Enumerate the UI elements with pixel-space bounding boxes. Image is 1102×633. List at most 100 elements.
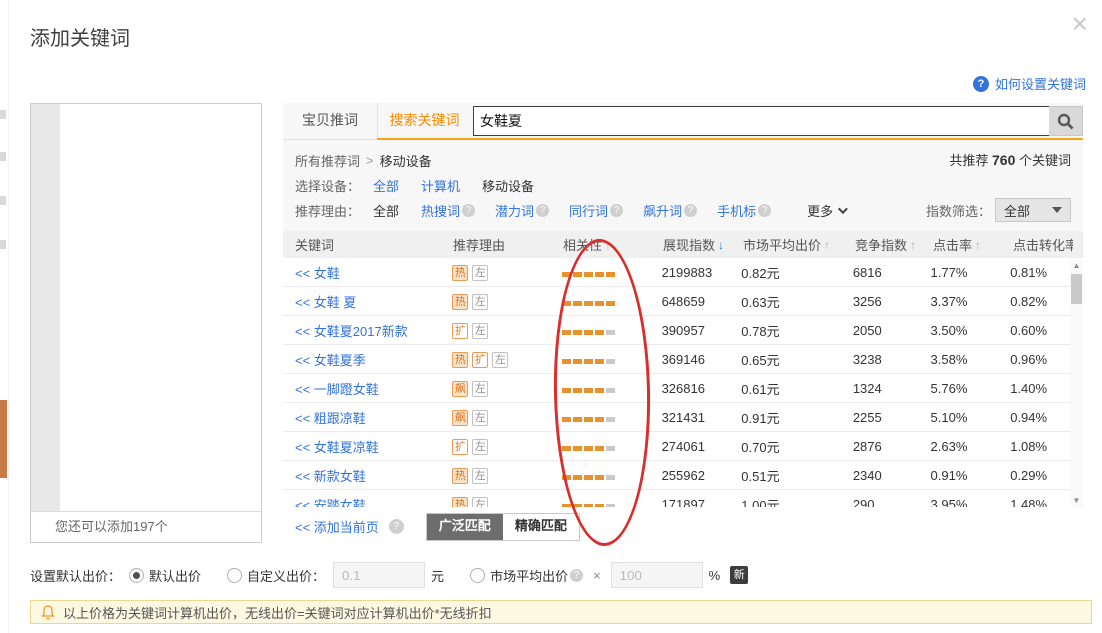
table-row[interactable]: << 女鞋夏季热扩左3691460.65元32383.58%0.96% [283, 345, 1070, 374]
column-header[interactable]: 点击率↑ [933, 235, 1013, 254]
keyword-link[interactable]: << 粗跟凉鞋 [295, 408, 452, 427]
custom-bid-label: 自定义出价： [247, 566, 325, 585]
device-option-all[interactable]: 全部 [373, 176, 399, 195]
broad-match-button[interactable]: 广泛匹配 [427, 514, 503, 540]
badge-left-icon: 左 [472, 497, 488, 508]
table-row[interactable]: << 安踏女鞋热左1718971.00元2903.95%1.48% [283, 490, 1070, 507]
relevance-segment [595, 272, 604, 277]
default-bid-option[interactable]: 默认出价 [129, 566, 201, 585]
table-footer-bar: << 添加当前页 ? 广泛匹配 精确匹配 [283, 507, 1083, 546]
question-icon[interactable]: ? [389, 519, 404, 534]
keyword-link[interactable]: << 女鞋 [295, 263, 452, 282]
index-filter-dropdown[interactable]: 全部 [995, 198, 1071, 222]
default-bid-radio[interactable] [129, 568, 144, 583]
scroll-up-icon[interactable]: ▲ [1070, 260, 1083, 272]
device-option-mobile[interactable]: 移动设备 [482, 176, 534, 195]
reason-option-potential[interactable]: 潜力词 ? [495, 201, 549, 220]
sort-up-icon[interactable]: ↑ [824, 238, 830, 252]
column-header[interactable]: 展现指数↓ [663, 235, 743, 254]
breadcrumb-root[interactable]: 所有推荐词 [295, 151, 360, 170]
market-multiplier-input[interactable] [611, 562, 703, 588]
table-scrollbar[interactable]: ▲ ▼ [1070, 260, 1083, 507]
help-link[interactable]: ? 如何设置关键词 [973, 74, 1086, 93]
sort-up-icon[interactable]: ↑ [910, 238, 916, 252]
scrollbar-thumb[interactable] [1071, 274, 1082, 304]
add-current-page-link[interactable]: << 添加当前页 [295, 517, 379, 536]
reason-cell: 扩左 [452, 322, 562, 339]
market-bid-option[interactable]: 市场平均出价 ? [470, 566, 583, 585]
column-header[interactable]: 竞争指数↑ [855, 235, 933, 254]
filter-section: 所有推荐词 > 移动设备 共推荐 760 个关键词 选择设备： 全部 计算机 移… [283, 140, 1083, 231]
reason-option-mobile-tag[interactable]: 手机标 ? [717, 201, 771, 220]
competition-cell: 6816 [853, 265, 931, 280]
table-row[interactable]: << 女鞋热左21998830.82元68161.77%0.81% [283, 258, 1070, 287]
exact-match-button[interactable]: 精确匹配 [503, 514, 579, 540]
close-icon[interactable]: × [1072, 10, 1088, 38]
question-icon[interactable]: ? [758, 204, 771, 217]
sort-up-icon[interactable]: ↑ [975, 238, 981, 252]
search-button[interactable] [1049, 106, 1083, 136]
relevance-bar [562, 294, 662, 309]
reason-cell: 扩左 [452, 438, 562, 455]
search-input[interactable] [473, 106, 1049, 136]
column-header-label: 推荐理由 [453, 235, 505, 254]
competition-cell: 2876 [853, 439, 931, 454]
keyword-link[interactable]: << 女鞋夏2017新款 [295, 321, 452, 340]
keyword-link[interactable]: << 安踏女鞋 [295, 495, 452, 508]
relevance-bar [562, 352, 662, 367]
badge-hot-icon: 热 [452, 352, 468, 368]
column-header[interactable]: 推荐理由 [453, 235, 563, 254]
relevance-bar [562, 381, 662, 396]
reason-option-all[interactable]: 全部 [373, 201, 399, 220]
table-row[interactable]: << 一脚蹬女鞋飙左3268160.61元13245.76%1.40% [283, 374, 1070, 403]
relevance-segment [606, 475, 615, 480]
badge-left-icon: 左 [472, 439, 488, 455]
relevance-segment [595, 504, 604, 508]
table-row[interactable]: << 女鞋夏凉鞋扩左2740610.70元28762.63%1.08% [283, 432, 1070, 461]
bid-settings-row: 设置默认出价： 默认出价 自定义出价： 元 市场平均出价 ? × % 新 [30, 562, 748, 588]
reason-option-hot[interactable]: 热搜词 ? [421, 201, 475, 220]
column-header[interactable]: 点击转化率↑ [1013, 235, 1073, 254]
column-header[interactable]: 市场平均出价↑ [743, 235, 855, 254]
question-icon[interactable]: ? [610, 204, 623, 217]
sort-up-icon[interactable]: ↑ [605, 238, 611, 252]
impressions-cell: 321431 [662, 410, 742, 425]
page-title: 添加关键词 [30, 22, 130, 51]
column-header-label: 关键词 [295, 235, 334, 254]
badge-left-icon: 左 [472, 468, 488, 484]
impressions-cell: 255962 [662, 468, 742, 483]
scroll-down-icon[interactable]: ▼ [1070, 495, 1083, 507]
keyword-link[interactable]: << 女鞋夏凉鞋 [295, 437, 452, 456]
keyword-cell: << 女鞋夏凉鞋 [295, 437, 452, 456]
relevance-segment [595, 301, 604, 306]
relevance-segment [562, 446, 571, 451]
question-icon[interactable]: ? [570, 569, 583, 582]
table-row[interactable]: << 粗跟凉鞋飙左3214310.91元22555.10%0.94% [283, 403, 1070, 432]
table-row[interactable]: << 女鞋夏2017新款扩左3909570.78元20503.50%0.60% [283, 316, 1070, 345]
custom-bid-input[interactable] [333, 562, 425, 588]
device-option-pc[interactable]: 计算机 [421, 176, 460, 195]
keyword-link[interactable]: << 一脚蹬女鞋 [295, 379, 452, 398]
reason-option-peer[interactable]: 同行词 ? [569, 201, 623, 220]
table-row[interactable]: << 女鞋 夏热左6486590.63元32563.37%0.82% [283, 287, 1070, 316]
question-icon[interactable]: ? [462, 204, 475, 217]
column-header-label: 竞争指数 [855, 235, 907, 254]
more-filters-button[interactable]: 更多 [807, 201, 845, 220]
question-icon[interactable]: ? [684, 204, 697, 217]
custom-bid-radio[interactable] [227, 568, 242, 583]
keyword-link[interactable]: << 女鞋夏季 [295, 350, 452, 369]
table-row[interactable]: << 新款女鞋热左2559620.51元23400.91%0.29% [283, 461, 1070, 490]
tab-item-recommend[interactable]: 宝贝推词 [283, 103, 377, 140]
custom-bid-option[interactable]: 自定义出价： [227, 566, 325, 585]
sort-down-icon[interactable]: ↓ [718, 238, 724, 252]
reason-option-soaring[interactable]: 飙升词 ? [643, 201, 697, 220]
market-bid-radio[interactable] [470, 568, 485, 583]
tab-search-keyword[interactable]: 搜索关键词 [377, 103, 471, 140]
column-header-label: 点击率 [933, 235, 972, 254]
question-icon[interactable]: ? [536, 204, 549, 217]
badge-hot-icon: 热 [452, 468, 468, 484]
keyword-link[interactable]: << 新款女鞋 [295, 466, 452, 485]
column-header[interactable]: 相关性↑ [563, 235, 663, 254]
column-header[interactable]: 关键词 [295, 235, 453, 254]
keyword-link[interactable]: << 女鞋 夏 [295, 292, 452, 311]
